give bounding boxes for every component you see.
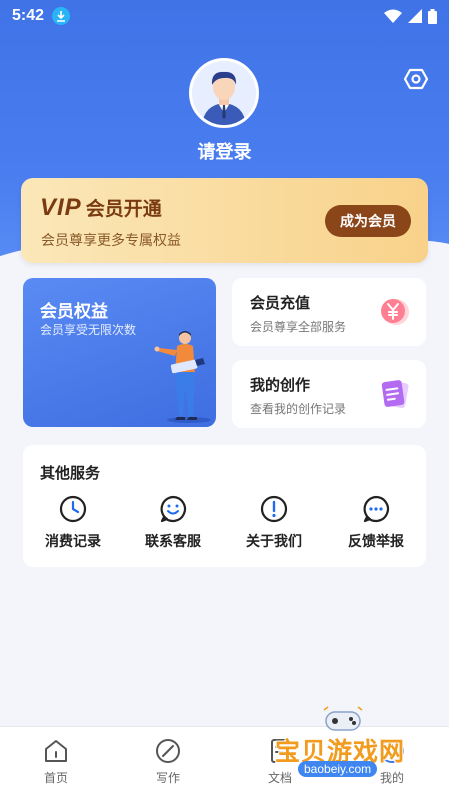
service-feedback-report[interactable]: 反馈举报	[326, 495, 426, 551]
signal-icon	[408, 9, 422, 23]
vip-title-text: 会员开通	[85, 199, 162, 220]
service-label: 关于我们	[246, 533, 302, 549]
vip-title: VIP 会员开通	[40, 194, 162, 222]
yuan-coin-icon	[381, 299, 409, 325]
service-consumption-records[interactable]: 消费记录	[23, 495, 123, 551]
tab-label: 首页	[43, 771, 68, 785]
member-benefits-card[interactable]: 会员权益 会员享受无限次数	[23, 278, 216, 427]
person-illustration	[154, 331, 211, 423]
recharge-subtitle: 会员尊享全部服务	[250, 320, 347, 334]
services-title: 其他服务	[40, 465, 101, 482]
avatar[interactable]	[189, 58, 259, 128]
tab-home[interactable]: 首页	[21, 737, 91, 786]
clock-icon	[59, 495, 87, 523]
smile-chat-icon	[160, 495, 187, 523]
pen-circle-icon	[156, 739, 180, 763]
other-services-panel: 其他服务 消费记录 联系客服 关于我们 反馈举报	[23, 445, 426, 567]
download-icon	[52, 7, 71, 25]
tab-write[interactable]: 写作	[133, 737, 203, 786]
watermark-logo: 宝贝游戏网 baobeiy.com	[270, 706, 445, 791]
service-about-us[interactable]: 关于我们	[224, 495, 324, 551]
service-label: 反馈举报	[348, 533, 404, 549]
wifi-icon	[384, 9, 402, 23]
creations-title: 我的创作	[250, 377, 311, 394]
watermark-url: baobeiy.com	[298, 761, 378, 777]
benefit-title: 会员权益	[40, 302, 108, 321]
vip-title-vip: VIP	[40, 194, 82, 221]
tab-label: 写作	[155, 771, 180, 785]
notebook-icon	[381, 380, 409, 409]
status-bar: 5:42	[0, 0, 449, 32]
become-member-button[interactable]: 成为会员	[325, 205, 411, 237]
chat-dots-icon	[363, 495, 390, 523]
vip-subtitle: 会员尊享更多专属权益	[41, 232, 181, 248]
settings-icon[interactable]	[403, 67, 429, 91]
status-time: 5:42	[12, 7, 45, 24]
member-recharge-card[interactable]: 会员充值 会员尊享全部服务	[232, 278, 426, 346]
service-label: 消费记录	[45, 533, 101, 549]
info-exclamation-icon	[260, 495, 288, 523]
home-icon	[45, 740, 67, 762]
service-label: 联系客服	[145, 533, 201, 549]
battery-icon	[428, 8, 437, 24]
login-label[interactable]: 请登录	[0, 138, 449, 164]
gamepad-icon	[323, 706, 363, 731]
benefit-subtitle: 会员享受无限次数	[40, 323, 137, 337]
status-icons	[384, 8, 437, 24]
vip-card[interactable]: VIP 会员开通 会员尊享更多专属权益 成为会员	[21, 178, 428, 263]
service-contact-support[interactable]: 联系客服	[123, 495, 223, 551]
my-creations-card[interactable]: 我的创作 查看我的创作记录	[232, 360, 426, 428]
creations-subtitle: 查看我的创作记录	[250, 402, 347, 416]
recharge-title: 会员充值	[250, 295, 311, 312]
